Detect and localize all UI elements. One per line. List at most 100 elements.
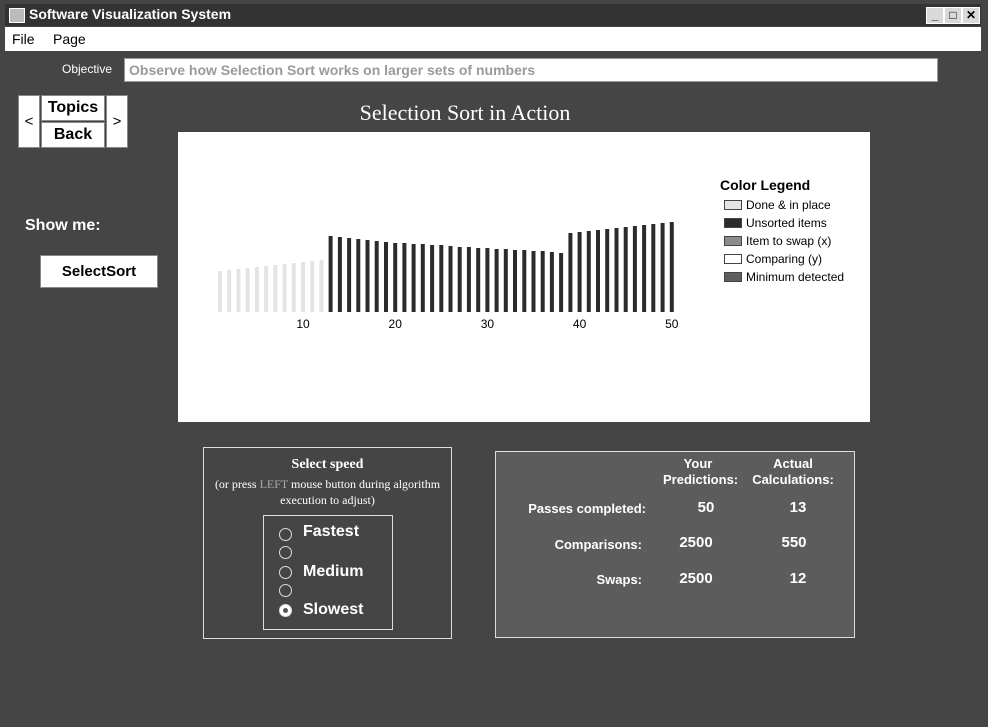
close-button[interactable]: ✕	[962, 7, 980, 24]
passes-label: Passes completed:	[528, 501, 646, 516]
bar-29	[476, 248, 481, 312]
legend-swatch	[724, 200, 742, 210]
speed-hint-key: LEFT	[259, 477, 289, 491]
bar-23	[420, 244, 425, 312]
back-button[interactable]: Back	[41, 122, 105, 148]
bar-48	[651, 224, 656, 312]
app-icon[interactable]	[9, 8, 25, 23]
menu-page[interactable]: Page	[53, 31, 86, 47]
bar-38	[559, 253, 564, 312]
app-window: Software Visualization System _ □ ✕ File…	[0, 0, 988, 727]
passes-prediction: 50	[697, 499, 715, 516]
legend-title: Color Legend	[720, 177, 811, 193]
bar-28	[466, 247, 471, 312]
prev-button[interactable]: <	[18, 95, 40, 148]
bar-50	[669, 222, 674, 312]
maximize-button[interactable]: □	[944, 7, 962, 24]
comparisons-label: Comparisons:	[554, 537, 642, 552]
speed-panel: Select speed (or press LEFT mouse button…	[203, 447, 452, 639]
legend-swatch	[724, 218, 742, 228]
legend-label: Done & in place	[746, 198, 831, 212]
menu-bar: File Page	[5, 27, 981, 51]
bar-15	[347, 238, 352, 312]
stats-panel: Your Predictions: Actual Calculations: P…	[495, 451, 855, 638]
bar-12	[319, 260, 324, 312]
legend-label: Comparing (y)	[746, 252, 823, 266]
bar-39	[568, 233, 573, 312]
bar-13	[328, 236, 333, 312]
radio-speed-2[interactable]	[279, 546, 292, 559]
menu-file[interactable]: File	[12, 31, 35, 47]
topics-button[interactable]: Topics	[41, 95, 105, 121]
bar-34	[522, 250, 527, 312]
actual-header: Actual Calculations:	[752, 456, 834, 487]
radio-label-fastest: Fastest	[303, 523, 360, 540]
bar-5	[254, 267, 259, 312]
legend-swatch	[724, 272, 742, 282]
bar-4	[245, 268, 250, 312]
bar-44	[614, 228, 619, 312]
bar-31	[494, 249, 499, 312]
show-me-label: Show me:	[25, 217, 101, 234]
legend-item: Done & in place	[720, 196, 844, 214]
x-tick-label: 30	[481, 317, 495, 331]
minimize-button[interactable]: _	[926, 7, 944, 24]
x-tick-label: 50	[665, 317, 679, 331]
legend-item: Unsorted items	[720, 214, 844, 232]
bar-26	[448, 246, 453, 312]
objective-field: Observe how Selection Sort works on larg…	[124, 58, 938, 82]
bar-2	[227, 270, 232, 312]
swaps-actual: 12	[789, 570, 807, 587]
sort-chart-panel: 10 20 30 40 50 Color Legend Done & in place …	[178, 132, 870, 422]
title-bar[interactable]: Software Visualization System _ □ ✕	[5, 4, 981, 26]
speed-hint: (or press LEFT mouse button during algor…	[204, 476, 451, 508]
speed-hint-pre: (or press	[214, 477, 260, 491]
radio-speed-4[interactable]	[279, 584, 292, 597]
comparisons-actual: 550	[781, 534, 807, 551]
legend-item: Minimum detected	[720, 268, 844, 286]
selectsort-button[interactable]: SelectSort	[40, 255, 158, 288]
bar-30	[485, 248, 490, 312]
radio-label-medium: Medium	[303, 563, 364, 580]
x-tick-label: 10	[296, 317, 310, 331]
legend-swatch	[724, 254, 742, 264]
bar-45	[623, 227, 628, 312]
bar-22	[411, 244, 416, 312]
bar-27	[457, 247, 462, 312]
legend-item: Item to swap (x)	[720, 232, 844, 250]
legend-label: Minimum detected	[746, 270, 845, 284]
bar-7	[273, 265, 278, 312]
x-tick-label: 20	[389, 317, 403, 331]
speed-hint-post: mouse button during algorithm execution …	[280, 477, 441, 507]
bar-1	[218, 271, 222, 312]
color-legend: Color Legend Done & in place Unsorted it…	[720, 177, 844, 286]
bar-47	[642, 225, 647, 312]
bar-24	[430, 245, 435, 312]
legend-item: Comparing (y)	[720, 250, 844, 268]
bar-35	[531, 251, 536, 312]
bar-49	[660, 223, 665, 312]
swaps-label: Swaps:	[596, 572, 642, 587]
bar-40	[577, 232, 582, 312]
bar-21	[402, 243, 407, 312]
comparisons-prediction: 2500	[679, 534, 713, 551]
predictions-header: Your Predictions:	[663, 456, 739, 487]
legend-label: Item to swap (x)	[746, 234, 832, 248]
swaps-prediction: 2500	[679, 570, 713, 587]
legend-swatch	[724, 236, 742, 246]
radio-slowest[interactable]	[279, 604, 292, 617]
radio-label-slowest: Slowest	[303, 601, 364, 618]
passes-actual: 13	[789, 499, 807, 516]
speed-title: Select speed	[291, 457, 364, 472]
radio-medium[interactable]	[279, 566, 292, 579]
next-button[interactable]: >	[106, 95, 128, 148]
bar-9	[291, 263, 296, 312]
bar-42	[596, 230, 600, 312]
bar-36	[540, 251, 545, 312]
bar-10	[301, 262, 305, 312]
bar-18	[374, 241, 379, 312]
bar-20	[393, 243, 398, 312]
bar-43	[605, 229, 610, 312]
radio-fastest[interactable]	[279, 528, 292, 541]
speed-radio-group: Fastest Medium Slowest	[263, 515, 393, 630]
